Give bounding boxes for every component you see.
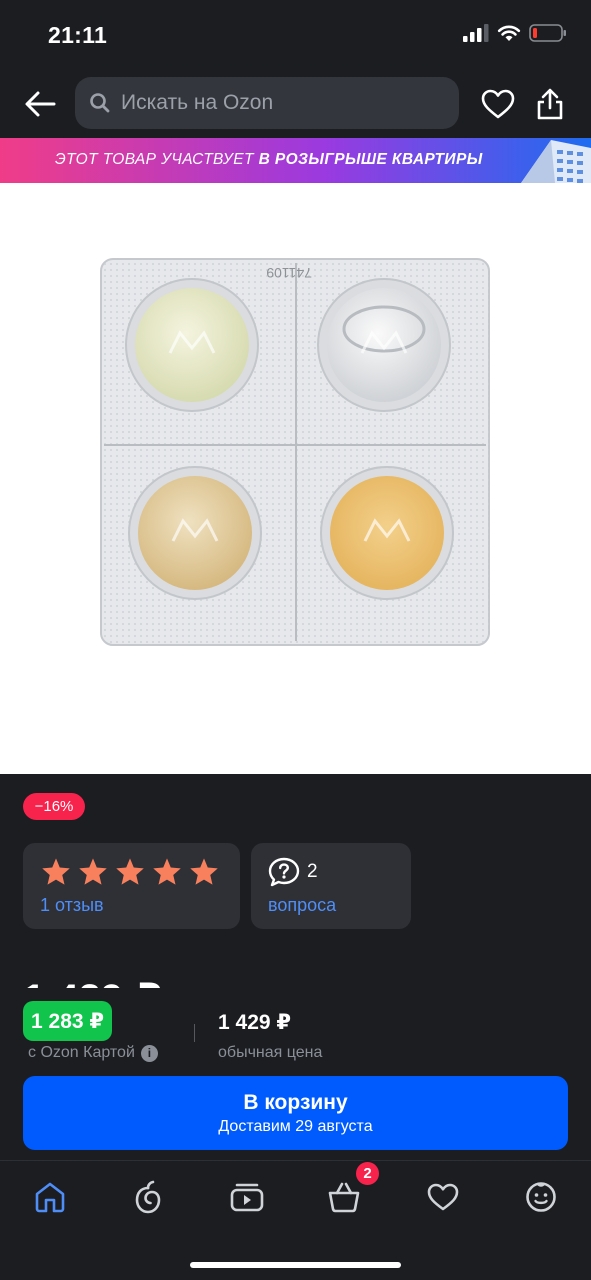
questions-card[interactable]: 2 вопроса — [251, 843, 411, 929]
bottom-purchase-panel: 1 283 ₽ с Ozon Картой i 1 429 ₽ обычная … — [0, 988, 591, 1280]
search-placeholder: Искать на Ozon — [121, 91, 274, 114]
tab-home[interactable] — [30, 1177, 70, 1217]
cellular-signal-icon — [463, 24, 489, 42]
add-to-cart-label: В корзину — [243, 1091, 348, 1114]
svg-text:741109: 741109 — [266, 265, 312, 281]
favorite-button[interactable] — [478, 84, 518, 124]
questions-count: 2 — [307, 861, 318, 882]
info-icon[interactable]: i — [140, 1044, 158, 1062]
star-icon — [79, 858, 107, 885]
search-icon — [90, 93, 110, 113]
promo-text-prefix: ЭТОТ ТОВАР УЧАСТВУЕТ — [55, 151, 259, 168]
tab-video[interactable] — [227, 1177, 267, 1217]
delivery-date: Доставим 29 августа — [218, 1118, 373, 1135]
regular-price: 1 429 ₽ — [218, 1011, 291, 1034]
promo-text-bold: В РОЗЫГРЫШЕ КВАРТИРЫ — [258, 151, 483, 168]
regular-price-label: обычная цена — [218, 1044, 323, 1061]
tab-fresh[interactable] — [128, 1177, 168, 1217]
star-icon — [153, 858, 181, 885]
tab-favorites[interactable] — [423, 1177, 463, 1217]
ozon-card-label[interactable]: с Ozon Картой i — [28, 1044, 158, 1062]
wifi-icon — [497, 25, 521, 41]
discount-badge: −16% — [23, 793, 85, 820]
rating-stars — [41, 857, 219, 886]
promo-text: ЭТОТ ТОВАР УЧАСТВУЕТ В РОЗЫГРЫШЕ КВАРТИР… — [55, 151, 483, 169]
arrow-left-icon — [25, 91, 56, 117]
rating-card[interactable]: 1 отзыв — [23, 843, 240, 929]
product-image[interactable]: 741109 — [0, 183, 591, 774]
star-icon — [116, 858, 144, 885]
promo-banner[interactable]: ЭТОТ ТОВАР УЧАСТВУЕТ В РОЗЫГРЫШЕ КВАРТИР… — [0, 138, 591, 183]
back-button[interactable] — [20, 84, 60, 124]
profile-icon — [526, 1182, 556, 1212]
tab-profile[interactable] — [521, 1177, 561, 1217]
building-illustration — [521, 140, 591, 183]
star-icon — [42, 858, 70, 885]
share-icon — [537, 88, 563, 120]
cart-count-badge: 2 — [354, 1160, 381, 1187]
home-indicator — [190, 1262, 401, 1268]
price-divider — [194, 1024, 195, 1042]
battery-low-icon — [529, 24, 566, 42]
reviews-link[interactable]: 1 отзыв — [40, 895, 104, 916]
home-icon — [35, 1182, 65, 1213]
questions-link[interactable]: вопроса — [268, 895, 336, 916]
star-icon — [190, 858, 218, 885]
ozon-card-label-text: с Ozon Картой — [28, 1044, 135, 1061]
tabbar-divider — [0, 1160, 591, 1161]
status-bar: 21:11 — [0, 0, 591, 70]
fresh-icon — [135, 1180, 161, 1214]
question-bubble-icon — [268, 857, 300, 887]
video-icon — [230, 1183, 264, 1212]
status-icons — [463, 24, 567, 42]
heart-icon — [427, 1183, 459, 1211]
add-to-cart-button[interactable]: В корзину Доставим 29 августа — [23, 1076, 568, 1150]
share-button[interactable] — [530, 84, 570, 124]
heart-icon — [481, 89, 515, 119]
main-price: 1 429 ₽ — [23, 968, 223, 990]
cart-icon — [328, 1182, 360, 1213]
header: Искать на Ozon — [0, 70, 591, 138]
product-blister-photo: 741109 — [100, 258, 490, 646]
ozon-card-price[interactable]: 1 283 ₽ — [23, 1001, 112, 1041]
search-input[interactable]: Искать на Ozon — [75, 77, 459, 129]
status-time: 21:11 — [48, 22, 108, 48]
